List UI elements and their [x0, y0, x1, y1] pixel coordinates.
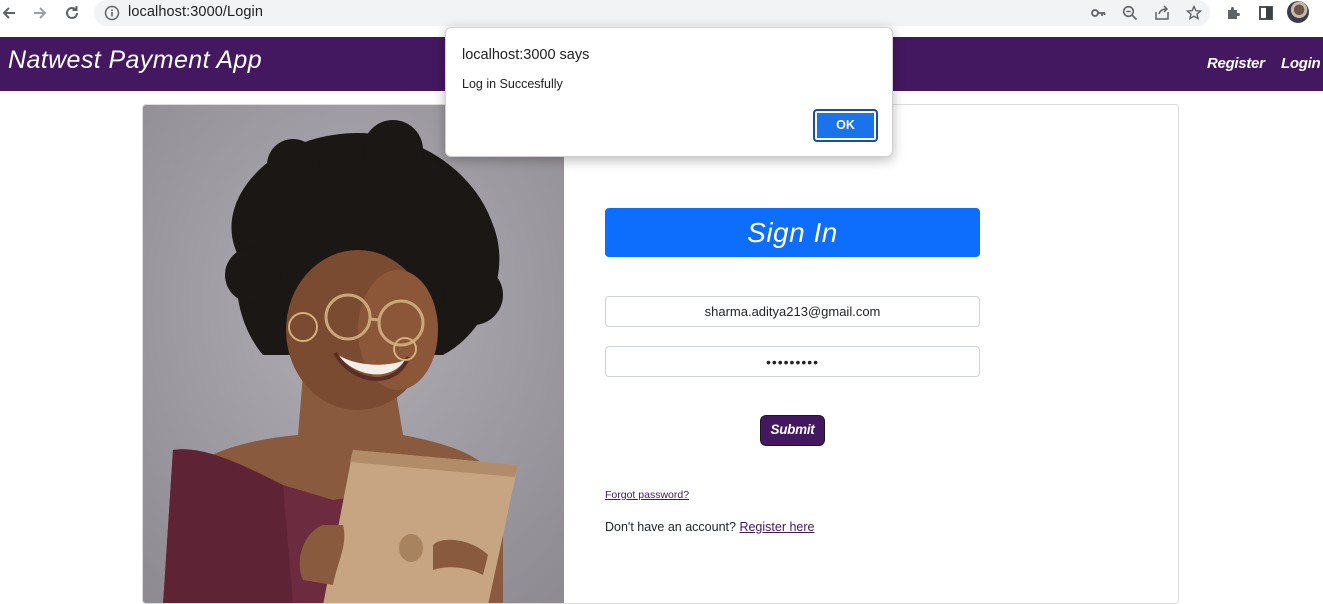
- zoom-icon[interactable]: [1120, 3, 1140, 23]
- sign-in-heading: Sign In: [605, 208, 980, 257]
- extensions-icon[interactable]: [1223, 2, 1245, 24]
- ok-button[interactable]: OK: [813, 109, 878, 142]
- email-field[interactable]: [605, 296, 980, 327]
- woman-with-tablet-photo: [143, 105, 564, 603]
- profile-avatar[interactable]: [1287, 1, 1309, 23]
- nav-login-link[interactable]: Login: [1281, 55, 1321, 72]
- share-icon[interactable]: [1152, 3, 1172, 23]
- submit-button[interactable]: Submit: [760, 415, 825, 446]
- dialog-title: localhost:3000 says: [462, 47, 590, 63]
- alert-dialog: localhost:3000 says Log in Succesfully O…: [445, 27, 893, 157]
- register-here-link[interactable]: Register here: [739, 520, 814, 534]
- brand-title[interactable]: Natwest Payment App: [8, 46, 262, 75]
- forward-icon[interactable]: [27, 0, 53, 26]
- sidebar-icon[interactable]: [1255, 2, 1277, 24]
- dialog-message: Log in Succesfully: [462, 77, 563, 91]
- url-text[interactable]: localhost:3000/Login: [128, 4, 263, 20]
- info-icon[interactable]: [104, 5, 120, 21]
- reload-icon[interactable]: [59, 0, 85, 26]
- key-icon[interactable]: [1088, 3, 1108, 23]
- browser-toolbar: localhost:3000/Login: [0, 0, 1323, 30]
- register-prompt: Don't have an account? Register here: [605, 520, 814, 534]
- back-icon[interactable]: [0, 0, 22, 26]
- forgot-password-link[interactable]: Forgot password?: [605, 489, 689, 501]
- nav-register-link[interactable]: Register: [1207, 55, 1265, 72]
- address-bar[interactable]: localhost:3000/Login: [94, 0, 1210, 26]
- password-field[interactable]: [605, 346, 980, 377]
- star-icon[interactable]: [1184, 3, 1204, 23]
- no-account-text: Don't have an account?: [605, 520, 736, 534]
